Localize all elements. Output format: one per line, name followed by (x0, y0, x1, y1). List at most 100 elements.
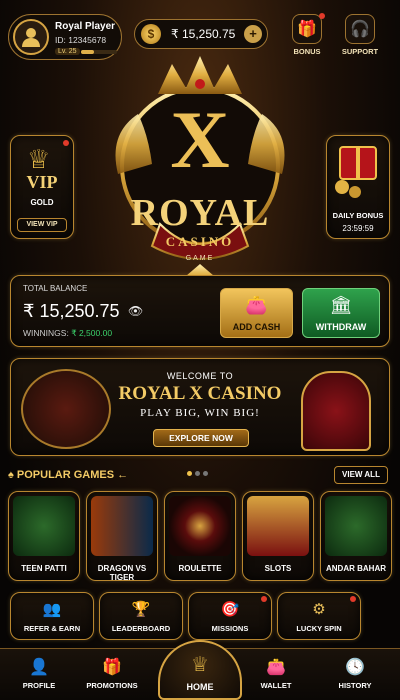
wallet-icon: 👛 (266, 659, 286, 676)
nav-profile[interactable]: 👤 PROFILE (4, 649, 74, 700)
game-card-teen-patti[interactable]: TEEN PATTI (8, 491, 80, 581)
vip-tier: GOLD (30, 198, 54, 207)
support-label: SUPPORT (341, 47, 379, 56)
logo-tag: GAME (185, 255, 215, 262)
refer-earn-button[interactable]: 👥 REFER & EARN (10, 592, 94, 640)
explore-now-button[interactable]: EXPLORE NOW (153, 429, 249, 447)
promo-banner[interactable]: WELCOME TO ROYAL X CASINO PLAY BIG, WIN … (10, 358, 390, 456)
notification-dot (350, 596, 356, 602)
user-icon (22, 28, 40, 47)
quick-action-label: LUCKY SPIN (296, 624, 342, 633)
arrow-left-icon: ← (117, 469, 129, 481)
withdraw-button[interactable]: 🏛 WITHDRAW (302, 288, 380, 338)
quick-action-label: LEADERBOARD (111, 624, 171, 633)
add-cash-button[interactable]: 👛 ADD CASH (220, 288, 293, 338)
bank-icon: 🏛 (329, 295, 353, 315)
add-funds-plus-button[interactable]: + (244, 25, 262, 43)
spin-wheel-icon: ⚙ (312, 601, 326, 618)
nav-label: PROMOTIONS (86, 681, 138, 690)
game-name: TEEN PATTI (21, 564, 67, 573)
vip-card[interactable]: ♕ VIP GOLD VIEW VIP (10, 135, 74, 239)
game-name: SLOTS (264, 564, 292, 573)
coin-icon (335, 180, 349, 194)
carousel-dot[interactable] (203, 471, 208, 476)
avatar[interactable] (13, 19, 49, 55)
nav-label: HISTORY (338, 681, 372, 690)
target-icon: 🎯 (220, 601, 240, 618)
cards-icon (13, 496, 75, 556)
winnings-row: WINNINGS: ₹ 2,500.00 (23, 328, 112, 339)
coin-icon (349, 186, 361, 198)
logo-sub: CASINO (165, 234, 235, 249)
dragon-tiger-icon (91, 496, 153, 556)
game-name: ROULETTE (178, 564, 222, 573)
level-badge: Lv. 25 (55, 48, 80, 55)
daily-bonus-card[interactable]: DAILY BONUS 23:59:59 (326, 135, 390, 239)
headset-icon: 🎧 (345, 14, 375, 44)
view-all-button[interactable]: VIEW ALL (334, 466, 388, 484)
total-balance-amount: ₹ 15,250.75 (23, 301, 120, 321)
slot-machine-icon (247, 496, 309, 556)
total-balance-label: TOTAL BALANCE (23, 284, 88, 293)
banner-welcome: WELCOME TO (166, 371, 234, 381)
roulette-wheel-icon (169, 496, 231, 556)
coin-icon: $ (141, 24, 161, 44)
winnings-label: WINNINGS: (23, 328, 69, 338)
crown-icon: ♕ (191, 654, 209, 676)
player-name: Royal Player (55, 21, 116, 32)
wallet-amount: ₹ 15,250.75 (171, 27, 236, 41)
nav-label: WALLET (260, 681, 292, 690)
eye-icon[interactable]: 👁 (128, 304, 143, 318)
carousel-dots[interactable] (187, 463, 211, 481)
gift-icon: 🎁 (292, 14, 322, 44)
wallet-balance-pill[interactable]: $ ₹ 15,250.75 + (134, 19, 268, 49)
nav-wallet[interactable]: 👛 WALLET (240, 649, 312, 700)
gift-box-icon (339, 146, 377, 180)
nav-label: HOME (186, 682, 214, 692)
history-clock-icon: 🕓 (345, 659, 365, 676)
quick-action-label: REFER & EARN (23, 624, 81, 633)
vip-title: VIP (26, 172, 58, 192)
lucky-spin-button[interactable]: ⚙ LUCKY SPIN (277, 592, 361, 640)
popular-games-title-text: POPULAR GAMES (16, 469, 115, 481)
balance-panel: TOTAL BALANCE ₹ 15,250.75 👁 WINNINGS: ₹ … (10, 275, 390, 347)
quick-action-label: MISSIONS (211, 624, 249, 633)
popular-games-title: ♠ POPULAR GAMES ← (8, 469, 128, 481)
game-card-roulette[interactable]: ROULETTE (164, 491, 236, 581)
game-name: DRAGON VS TIGER (97, 564, 147, 582)
game-card-andar-bahar[interactable]: ANDAR BAHAR (320, 491, 392, 581)
carousel-dot[interactable] (195, 471, 200, 476)
spade-icon: ♠ (8, 469, 14, 481)
user-icon: 👤 (29, 659, 49, 676)
cards-icon (325, 496, 387, 556)
gift-icon: 🎁 (102, 659, 122, 676)
notification-dot (63, 140, 69, 146)
notification-dot (319, 13, 325, 19)
winnings-value: ₹ 2,500.00 (71, 328, 113, 338)
notification-dot (261, 596, 267, 602)
player-id: ID: 12345678 (55, 35, 107, 45)
banner-title: ROYAL X CASINO (118, 383, 282, 404)
logo-brand: ROYAL (130, 192, 270, 234)
game-card-dragon-vs-tiger[interactable]: DRAGON VS TIGER (86, 491, 158, 582)
withdraw-label: WITHDRAW (315, 322, 367, 332)
add-cash-label: ADD CASH (232, 322, 281, 332)
view-vip-button[interactable]: VIEW VIP (17, 218, 67, 232)
game-card-slots[interactable]: SLOTS (242, 491, 314, 581)
nav-label: PROFILE (22, 681, 56, 690)
support-button[interactable]: 🎧 SUPPORT (340, 14, 380, 56)
royal-x-casino-logo: X ROYAL CASINO GAME (88, 54, 312, 286)
carousel-dot[interactable] (187, 471, 192, 476)
wallet-icon: 👛 (245, 295, 268, 315)
nav-history[interactable]: 🕓 HISTORY (320, 649, 390, 700)
people-icon: 👥 (42, 601, 62, 618)
bonus-button[interactable]: 🎁 BONUS (287, 13, 327, 56)
missions-button[interactable]: 🎯 MISSIONS (188, 592, 272, 640)
daily-bonus-label: DAILY BONUS (332, 211, 384, 220)
banner-subtitle: PLAY BIG, WIN BIG! (140, 407, 260, 419)
trophy-icon: 🏆 (131, 601, 151, 618)
crown-icon: ♕ (27, 144, 51, 174)
leaderboard-button[interactable]: 🏆 LEADERBOARD (99, 592, 183, 640)
logo-x-letter: X (170, 94, 230, 185)
nav-promotions[interactable]: 🎁 PROMOTIONS (76, 649, 148, 700)
